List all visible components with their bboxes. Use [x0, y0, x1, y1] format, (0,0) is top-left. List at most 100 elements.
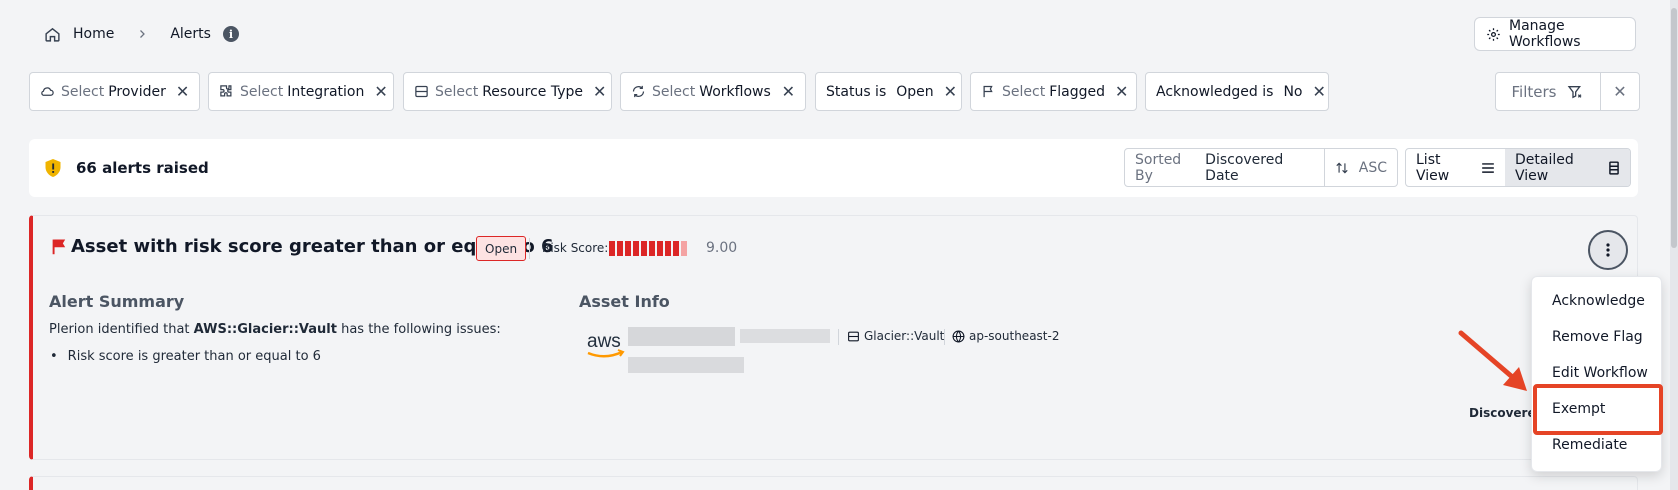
breadcrumb: Home Alerts i [44, 22, 239, 46]
filter-prefix: Acknowledged is [1156, 83, 1274, 100]
menu-item-remove-flag[interactable]: Remove Flag [1552, 329, 1643, 345]
server-icon [414, 84, 429, 99]
close-icon[interactable]: ✕ [1105, 82, 1128, 101]
alert-summary-heading: Alert Summary [49, 292, 185, 311]
risk-segment [641, 241, 647, 256]
sort-order-label: ASC [1358, 159, 1387, 176]
actions-menu: Acknowledge Remove Flag Edit Workflow Ex… [1531, 276, 1662, 472]
summary-suffix: has the following issues: [336, 322, 501, 337]
more-actions-button[interactable] [1588, 230, 1628, 270]
risk-segment [657, 241, 663, 256]
filter-acknowledged[interactable]: Acknowledged is No ✕ [1145, 72, 1329, 111]
filter-value: Workflows [699, 83, 771, 100]
asset-type-label: Glacier::Vault [864, 329, 945, 343]
close-icon[interactable]: ✕ [934, 82, 957, 101]
sort-arrows-icon [1335, 161, 1349, 175]
sort-control: Sorted By Discovered Date ASC [1124, 148, 1398, 187]
filter-integration[interactable]: Select Integration ✕ [208, 72, 394, 111]
filter-value: Provider [108, 83, 166, 100]
divider [529, 238, 530, 259]
filter-value: Integration [287, 83, 365, 100]
manage-workflows-label: Manage Workflows [1509, 18, 1581, 50]
globe-icon [952, 330, 965, 343]
divider [944, 329, 945, 345]
aws-logo-icon: aws [585, 330, 627, 360]
issue-list-item: • Risk score is greater than or equal to… [50, 349, 321, 364]
close-icon[interactable]: ✕ [772, 82, 795, 101]
filter-prefix: Select [435, 83, 479, 100]
close-icon[interactable]: ✕ [364, 82, 387, 101]
sort-field-select[interactable]: Sorted By Discovered Date [1125, 149, 1325, 186]
filter-flagged[interactable]: Select Flagged ✕ [970, 72, 1137, 111]
highlight-box [1533, 384, 1663, 435]
risk-segment [625, 241, 631, 256]
view-toggle: List View Detailed View [1405, 148, 1631, 187]
pointer-arrow-icon [1455, 327, 1535, 397]
list-icon [1481, 162, 1495, 174]
filter-funnel-icon [1566, 84, 1584, 100]
filters-control: Filters ✕ [1495, 72, 1640, 111]
redacted-asset-name [628, 327, 735, 346]
risk-segment [633, 241, 639, 256]
puzzle-icon [219, 84, 234, 99]
filter-prefix: Select [61, 83, 105, 100]
alerts-count: 66 alerts raised [44, 158, 209, 178]
filter-prefix: Select [652, 83, 696, 100]
sort-value: Discovered Date [1205, 151, 1284, 184]
close-icon: ✕ [1613, 82, 1627, 101]
summary-prefix: Plerion identified that [49, 322, 194, 337]
detailed-view-label: Detailed View [1515, 151, 1574, 184]
summary-resource: AWS::Glacier::Vault [193, 322, 337, 337]
filter-resource-type[interactable]: Select Resource Type ✕ [403, 72, 612, 111]
risk-segment [673, 241, 679, 256]
filters-button[interactable]: Filters [1496, 73, 1601, 110]
flag-filled-icon [51, 238, 67, 255]
status-badge: Open [476, 236, 527, 261]
list-view-label: List View [1416, 151, 1450, 184]
risk-score-label: Risk Score: [542, 241, 609, 255]
redacted-asset-id [740, 329, 830, 343]
close-icon[interactable]: ✕ [1302, 82, 1325, 101]
close-icon[interactable]: ✕ [583, 82, 606, 101]
home-icon [44, 26, 61, 43]
breadcrumb-home[interactable]: Home [44, 26, 114, 43]
filter-status[interactable]: Status is Open ✕ [815, 72, 962, 111]
asset-region: ap-southeast-2 [952, 329, 1059, 343]
redacted-asset-account [628, 357, 744, 373]
sort-order-toggle[interactable]: ASC [1325, 149, 1397, 186]
filter-value: Flagged [1049, 83, 1105, 100]
sync-icon [631, 84, 646, 99]
issue-text: Risk score is greater than or equal to 6 [67, 349, 321, 364]
info-icon[interactable]: i [222, 26, 239, 42]
manage-workflows-button[interactable]: Manage Workflows [1474, 17, 1636, 51]
detailed-view-button[interactable]: Detailed View [1505, 149, 1630, 186]
risk-segment [665, 241, 671, 256]
chevron-right-icon [136, 28, 148, 40]
risk-score-bar [609, 241, 687, 256]
menu-item-remediate[interactable]: Remediate [1552, 437, 1627, 453]
alerts-count-label: 66 alerts raised [76, 159, 209, 177]
shield-alert-icon [44, 158, 62, 178]
filter-value: Resource Type [482, 83, 584, 100]
flag-icon [981, 84, 996, 99]
menu-item-edit-workflow[interactable]: Edit Workflow [1552, 365, 1648, 381]
sort-label: Sorted By [1135, 151, 1182, 184]
breadcrumb-current: Alerts [170, 26, 211, 42]
menu-item-acknowledge[interactable]: Acknowledge [1552, 293, 1645, 309]
risk-score-value: 9.00 [706, 240, 738, 256]
scrollbar-thumb[interactable] [1671, 8, 1677, 248]
divider [838, 329, 839, 345]
risk-segment [609, 241, 615, 256]
filter-provider[interactable]: Select Provider ✕ [29, 72, 200, 111]
risk-segment [649, 241, 655, 256]
asset-type: Glacier::Vault [847, 329, 944, 343]
gear-icon [1486, 27, 1501, 42]
risk-segment [681, 241, 687, 256]
filter-value: Open [896, 83, 934, 100]
close-icon[interactable]: ✕ [166, 82, 189, 101]
filter-workflows[interactable]: Select Workflows ✕ [620, 72, 806, 111]
filter-value: No [1283, 83, 1303, 100]
list-view-button[interactable]: List View [1406, 149, 1505, 186]
clear-filters-button[interactable]: ✕ [1601, 73, 1639, 110]
breadcrumb-home-label[interactable]: Home [73, 26, 114, 42]
